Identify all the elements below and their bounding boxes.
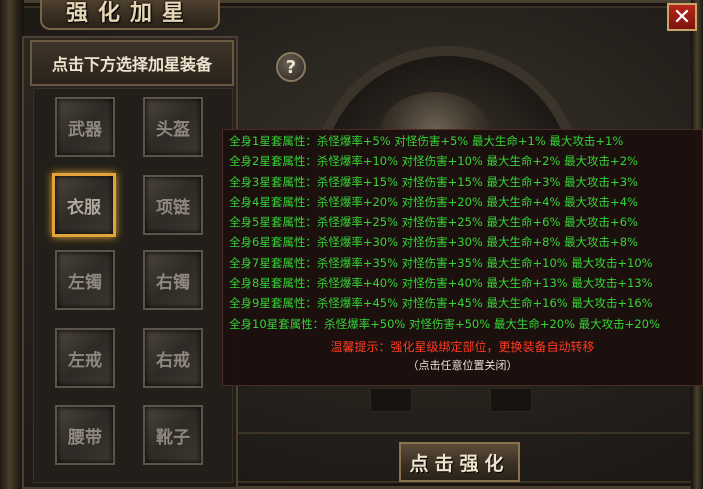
tooltip-line: 全身7星套属性：杀怪爆率+35% 对怪伤害+35% 最大生命+10% 最大攻击+… bbox=[229, 255, 653, 270]
tooltip-line: 全身1星套属性：杀怪爆率+5% 对怪伤害+5% 最大生命+1% 最大攻击+1% bbox=[229, 134, 624, 148]
tooltip-warning: 温馨提示：强化星级绑定部位，更换装备自动转移 bbox=[330, 339, 595, 354]
close-icon: ✕ bbox=[672, 4, 692, 30]
window-title: 强化加星 bbox=[65, 1, 194, 26]
slot-label: 靴子 bbox=[156, 427, 190, 448]
material-slot-right bbox=[490, 388, 532, 412]
slot-label: 腰带 bbox=[68, 427, 102, 448]
slot-armor[interactable]: 衣服 bbox=[52, 173, 116, 237]
slot-label: 左戒 bbox=[68, 350, 102, 371]
material-slot-left bbox=[370, 388, 412, 412]
slot-label: 右镯 bbox=[156, 272, 190, 293]
slot-label: 衣服 bbox=[67, 197, 101, 218]
left-border-ornament bbox=[0, 0, 24, 489]
question-mark-icon[interactable]: ? bbox=[276, 52, 306, 82]
slot-right-ring[interactable]: 右戒 bbox=[143, 328, 203, 388]
select-equipment-header: 点击下方选择加星装备 bbox=[30, 40, 234, 86]
slot-boots[interactable]: 靴子 bbox=[143, 405, 203, 465]
tooltip-line: 全身8星套属性：杀怪爆率+40% 对怪伤害+40% 最大生命+13% 最大攻击+… bbox=[229, 276, 653, 291]
slot-right-bracelet[interactable]: 右镯 bbox=[143, 250, 203, 310]
slot-necklace[interactable]: 项链 bbox=[143, 175, 203, 235]
slot-label: 项链 bbox=[156, 197, 190, 218]
slot-label: 武器 bbox=[68, 119, 102, 140]
slot-label: 左镯 bbox=[68, 272, 102, 293]
tooltip-close-hint: （点击任意位置关闭） bbox=[407, 358, 518, 372]
tooltip-line: 全身10星套属性：杀怪爆率+50% 对怪伤害+50% 最大生命+20% 最大攻击… bbox=[229, 316, 660, 331]
slot-label: 头盔 bbox=[156, 119, 190, 140]
slot-weapon[interactable]: 武器 bbox=[55, 97, 115, 157]
strengthen-button[interactable]: 点击强化 bbox=[399, 442, 520, 482]
tooltip-line: 全身9星套属性：杀怪爆率+45% 对怪伤害+45% 最大生命+16% 最大攻击+… bbox=[229, 296, 653, 311]
tooltip-line: 全身5星套属性：杀怪爆率+25% 对怪伤害+25% 最大生命+6% 最大攻击+6… bbox=[229, 215, 638, 230]
slot-left-ring[interactable]: 左戒 bbox=[55, 328, 115, 388]
slot-left-bracelet[interactable]: 左镯 bbox=[55, 250, 115, 310]
close-button[interactable]: ✕ bbox=[667, 3, 697, 31]
slot-belt[interactable]: 腰带 bbox=[55, 405, 115, 465]
tooltip-line: 全身6星套属性：杀怪爆率+30% 对怪伤害+30% 最大生命+8% 最大攻击+8… bbox=[229, 235, 638, 250]
tooltip-line: 全身3星套属性：杀怪爆率+15% 对怪伤害+15% 最大生命+3% 最大攻击+3… bbox=[229, 174, 638, 189]
tooltip-line: 全身4星套属性：杀怪爆率+20% 对怪伤害+20% 最大生命+4% 最大攻击+4… bbox=[229, 194, 638, 209]
slot-label: 右戒 bbox=[156, 350, 190, 371]
tooltip-line: 全身2星套属性：杀怪爆率+10% 对怪伤害+10% 最大生命+2% 最大攻击+2… bbox=[229, 154, 638, 169]
title-plate: 强化加星 bbox=[40, 0, 220, 30]
slot-helmet[interactable]: 头盔 bbox=[143, 97, 203, 157]
set-bonus-tooltip[interactable]: 全身1星套属性：杀怪爆率+5% 对怪伤害+5% 最大生命+1% 最大攻击+1% … bbox=[222, 129, 703, 386]
help-glyph: ? bbox=[285, 56, 297, 78]
